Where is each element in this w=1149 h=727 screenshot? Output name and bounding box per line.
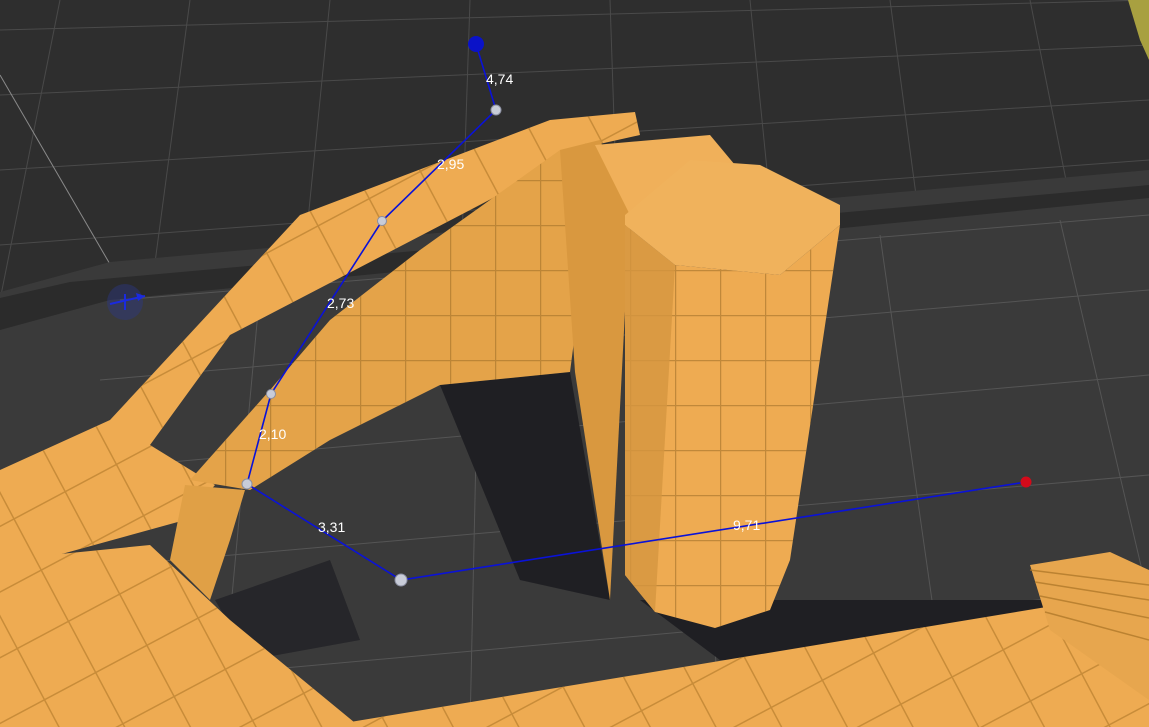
segment-length-label: 3,31	[318, 519, 345, 535]
waypoint-icon[interactable]	[241, 478, 253, 490]
waypoint-icon[interactable]	[377, 216, 387, 226]
waypoint-icon[interactable]	[266, 389, 276, 399]
navmesh-path-viewport[interactable]: 4,74 2,95 2,73 2,10 3,31 9,71	[0, 0, 1149, 727]
waypoint-icon[interactable]	[490, 104, 502, 116]
waypoint-icon[interactable]	[394, 573, 408, 587]
destination-icon[interactable]	[1020, 476, 1032, 488]
segment-length-label: 2,10	[259, 426, 286, 442]
segment-length-label: 9,71	[733, 517, 760, 533]
agent-start-icon[interactable]	[468, 36, 484, 52]
segment-length-label: 2,95	[437, 156, 464, 172]
segment-length-label: 2,73	[327, 295, 354, 311]
segment-length-label: 4,74	[486, 71, 513, 87]
